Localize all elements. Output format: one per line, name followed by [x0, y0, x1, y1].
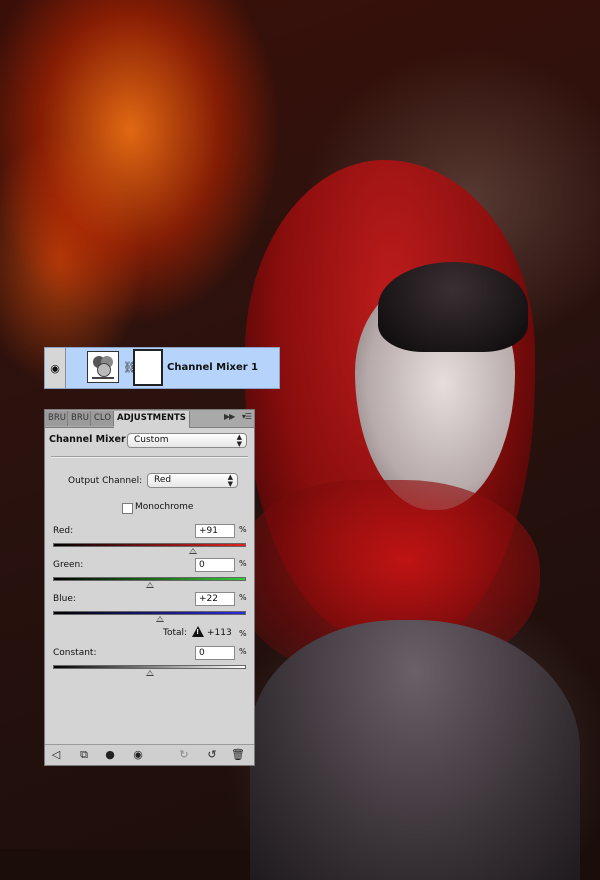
- artwork-hair: [378, 262, 528, 352]
- preset-select[interactable]: Custom ▲ ▼: [127, 433, 247, 448]
- green-label: Green:: [53, 560, 84, 570]
- divider: [51, 456, 248, 458]
- monochrome-label: Monochrome: [135, 502, 194, 512]
- reset-icon[interactable]: ↺: [205, 748, 219, 762]
- red-unit: %: [239, 525, 247, 534]
- previous-state-icon[interactable]: ↻: [177, 748, 191, 762]
- green-slider-track[interactable]: [53, 577, 246, 581]
- red-slider-thumb[interactable]: [189, 548, 198, 554]
- green-value-input[interactable]: 0: [195, 558, 235, 572]
- adjustments-panel: BRU BRU CLO ADJUSTMENTS ▶▶ ▾☰ Channel Mi…: [44, 409, 255, 766]
- channel-mixer-icon[interactable]: [87, 351, 119, 383]
- total-label: Total:: [163, 628, 188, 638]
- tab-brushes[interactable]: BRU: [45, 411, 68, 426]
- layer-mask-thumbnail[interactable]: [133, 349, 163, 386]
- blue-slider-track[interactable]: [53, 611, 246, 615]
- blue-slider-thumb[interactable]: [156, 616, 165, 622]
- red-slider-track[interactable]: [53, 543, 246, 547]
- total-value: +113: [207, 628, 232, 638]
- tab-brush-presets[interactable]: BRU: [68, 411, 91, 426]
- panel-tabbar: BRU BRU CLO ADJUSTMENTS ▶▶ ▾☰: [45, 410, 254, 428]
- artwork-coat: [250, 620, 580, 880]
- warning-icon: [192, 626, 204, 637]
- panel-title: Channel Mixer: [49, 434, 126, 445]
- expand-view-icon[interactable]: ⧉: [77, 748, 91, 762]
- blue-label: Blue:: [53, 594, 76, 604]
- total-unit: %: [239, 629, 247, 638]
- layer-name[interactable]: Channel Mixer 1: [167, 362, 258, 373]
- visibility-eye-icon[interactable]: ◉: [131, 748, 145, 762]
- green-slider-thumb[interactable]: [145, 582, 154, 588]
- output-channel-value: Red: [154, 475, 172, 485]
- panel-footer: ◁ ⧉ ● ◉ ↻ ↺ 🗑: [45, 744, 254, 765]
- constant-slider-track[interactable]: [53, 665, 246, 669]
- tab-adjustments[interactable]: ADJUSTMENTS: [114, 411, 190, 428]
- updown-arrows-icon: ▲ ▼: [236, 433, 242, 448]
- red-value-input[interactable]: +91: [195, 524, 235, 538]
- red-label: Red:: [53, 526, 74, 536]
- back-arrow-icon[interactable]: ◁: [49, 748, 63, 762]
- layer-row-channel-mixer[interactable]: ◉ ⛓ Channel Mixer 1: [44, 347, 280, 389]
- green-unit: %: [239, 559, 247, 568]
- blue-unit: %: [239, 593, 247, 602]
- constant-unit: %: [239, 647, 247, 656]
- constant-label: Constant:: [53, 648, 97, 658]
- output-channel-select[interactable]: Red ▲ ▼: [147, 473, 238, 488]
- blue-value-input[interactable]: +22: [195, 592, 235, 606]
- tab-clone-source[interactable]: CLO: [91, 411, 114, 426]
- constant-slider-thumb[interactable]: [145, 670, 154, 676]
- panel-menu-icon[interactable]: ▾☰: [242, 412, 252, 421]
- double-arrow-icon[interactable]: ▶▶: [224, 412, 235, 421]
- monochrome-checkbox[interactable]: [122, 503, 133, 514]
- updown-arrows-icon: ▲ ▼: [227, 473, 233, 488]
- constant-value-input[interactable]: 0: [195, 646, 235, 660]
- output-channel-label: Output Channel:: [68, 476, 143, 486]
- eye-icon[interactable]: ◉: [45, 348, 66, 388]
- trash-icon[interactable]: 🗑: [231, 748, 245, 762]
- preset-value: Custom: [134, 435, 169, 445]
- clip-layer-icon[interactable]: ●: [103, 748, 117, 762]
